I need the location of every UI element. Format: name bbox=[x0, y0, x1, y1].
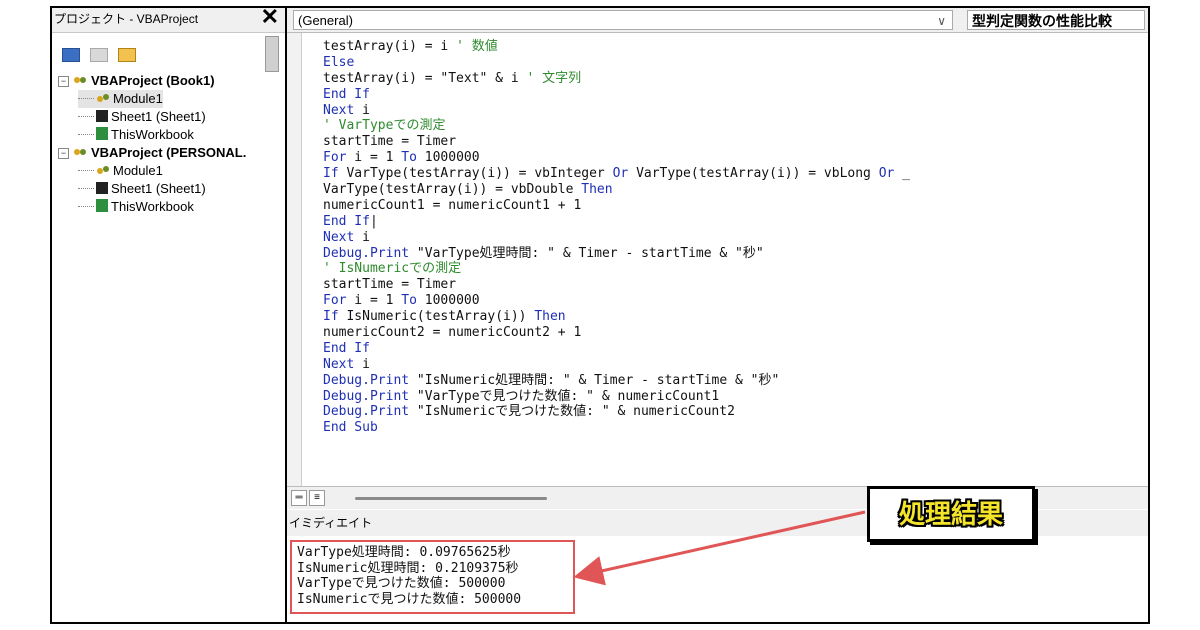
vbaproject-icon bbox=[74, 149, 86, 155]
tree-node-project[interactable]: − VBAProject (Book1) bbox=[58, 72, 215, 90]
code-line[interactable]: If VarType(testArray(i)) = vbInteger Or … bbox=[323, 166, 910, 182]
tree-node-label: VBAProject (Book1) bbox=[91, 73, 215, 88]
workbook-icon bbox=[96, 127, 108, 140]
tree-node-label: Sheet1 (Sheet1) bbox=[111, 109, 206, 124]
worksheet-icon bbox=[96, 182, 108, 194]
code-line[interactable]: startTime = Timer bbox=[323, 277, 910, 293]
object-dropdown[interactable]: (General) ∨ bbox=[293, 10, 953, 30]
toggle-folders-icon[interactable] bbox=[118, 48, 136, 62]
code-window-header: (General) ∨ 型判定関数の性能比較 bbox=[287, 8, 1148, 32]
code-line[interactable]: If IsNumeric(testArray(i)) Then bbox=[323, 309, 910, 325]
tree-node-project[interactable]: − VBAProject (PERSONAL. bbox=[58, 144, 246, 162]
module-icon bbox=[97, 166, 109, 174]
code-line[interactable]: ' VarTypeでの測定 bbox=[323, 118, 910, 134]
collapse-icon[interactable]: − bbox=[58, 148, 69, 159]
code-line[interactable]: Debug.Print "IsNumeric処理時間: " & Timer - … bbox=[323, 373, 910, 389]
tree-node-sheet[interactable]: Sheet1 (Sheet1) bbox=[78, 180, 206, 198]
immediate-output-line: IsNumeric処理時間: 0.2109375秒 bbox=[297, 560, 519, 576]
tree-node-label: Module1 bbox=[113, 163, 163, 178]
tree-node-workbook[interactable]: ThisWorkbook bbox=[78, 126, 194, 144]
code-line[interactable]: Debug.Print "VarType処理時間: " & Timer - st… bbox=[323, 246, 910, 262]
code-line[interactable]: For i = 1 To 1000000 bbox=[323, 293, 910, 309]
code-line[interactable]: End If bbox=[323, 87, 910, 103]
view-code-icon[interactable] bbox=[62, 48, 80, 62]
tree-node-label: VBAProject (PERSONAL. bbox=[91, 145, 247, 160]
tree-node-module[interactable]: Module1 bbox=[78, 90, 163, 108]
code-line[interactable]: End If| bbox=[323, 214, 910, 230]
tree-node-workbook[interactable]: ThisWorkbook bbox=[78, 198, 194, 216]
object-dropdown-value: (General) bbox=[298, 13, 353, 28]
project-explorer-title: プロジェクト - VBAProject ✕ bbox=[52, 8, 285, 33]
code-line[interactable]: End If bbox=[323, 341, 910, 357]
module-icon bbox=[97, 94, 109, 102]
code-line[interactable]: Next i bbox=[323, 357, 910, 373]
result-highlight-box: VarType処理時間: 0.09765625秒 IsNumeric処理時間: … bbox=[290, 540, 575, 614]
project-explorer-toolbar bbox=[52, 34, 285, 70]
code-margin bbox=[287, 33, 302, 487]
code-line[interactable]: For i = 1 To 1000000 bbox=[323, 150, 910, 166]
code-line[interactable]: startTime = Timer bbox=[323, 134, 910, 150]
tree-node-label: ThisWorkbook bbox=[111, 127, 194, 142]
full-module-view-icon[interactable]: ≡ bbox=[309, 490, 325, 506]
code-line[interactable]: ' IsNumericでの測定 bbox=[323, 261, 910, 277]
code-line[interactable]: Debug.Print "VarTypeで見つけた数値: " & numeric… bbox=[323, 389, 910, 405]
immediate-output-line: VarType処理時間: 0.09765625秒 bbox=[297, 545, 511, 560]
code-line[interactable]: Next i bbox=[323, 103, 910, 119]
code-line[interactable]: Else bbox=[323, 55, 910, 71]
code-line[interactable]: numericCount2 = numericCount2 + 1 bbox=[323, 325, 910, 341]
code-line[interactable]: VarType(testArray(i)) = vbDouble Then bbox=[323, 182, 910, 198]
close-icon[interactable]: ✕ bbox=[261, 8, 279, 28]
code-line[interactable]: End Sub bbox=[323, 420, 910, 436]
code-line[interactable]: Debug.Print "IsNumericで見つけた数値: " & numer… bbox=[323, 404, 910, 420]
chevron-down-icon[interactable]: ∨ bbox=[937, 11, 946, 31]
code-line[interactable]: Next i bbox=[323, 230, 910, 246]
tree-node-label: Module1 bbox=[113, 91, 163, 106]
tree-node-module[interactable]: Module1 bbox=[78, 162, 163, 180]
code-line[interactable]: testArray(i) = i ' 数値 bbox=[323, 39, 910, 55]
tree-node-label: Sheet1 (Sheet1) bbox=[111, 181, 206, 196]
tree-node-sheet[interactable]: Sheet1 (Sheet1) bbox=[78, 108, 206, 126]
worksheet-icon bbox=[96, 110, 108, 122]
project-explorer-title-text: プロジェクト - VBAProject bbox=[54, 12, 199, 26]
code-editor[interactable]: testArray(i) = i ' 数値 Else testArray(i) = … bbox=[287, 32, 1148, 487]
immediate-window[interactable]: VarType処理時間: 0.09765625秒 IsNumeric処理時間: … bbox=[287, 536, 1148, 622]
project-explorer-scrollbar[interactable] bbox=[265, 36, 279, 72]
immediate-output-line: IsNumericで見つけた数値: 500000 bbox=[297, 591, 522, 607]
workbook-icon bbox=[96, 199, 108, 212]
result-callout: 処理結果 bbox=[867, 486, 1035, 542]
code-line[interactable]: testArray(i) = "Text" & i ' 文字列 bbox=[323, 71, 910, 87]
vbaproject-icon bbox=[74, 77, 86, 83]
immediate-output-line: VarTypeで見つけた数値: 500000 bbox=[297, 576, 506, 591]
code-lines[interactable]: testArray(i) = i ' 数値 Else testArray(i) = … bbox=[323, 39, 910, 436]
procedure-dropdown[interactable]: 型判定関数の性能比較 bbox=[967, 10, 1145, 30]
code-line[interactable]: numericCount1 = numericCount1 + 1 bbox=[323, 198, 910, 214]
procedure-dropdown-value: 型判定関数の性能比較 bbox=[972, 13, 1112, 29]
collapse-icon[interactable]: − bbox=[58, 76, 69, 87]
view-object-icon[interactable] bbox=[90, 48, 108, 62]
horizontal-scrollbar[interactable] bbox=[355, 497, 547, 500]
project-explorer: プロジェクト - VBAProject ✕ − VBAProject (Book1… bbox=[52, 8, 287, 622]
procedure-view-icon[interactable]: ═ bbox=[291, 490, 307, 506]
tree-node-label: ThisWorkbook bbox=[111, 199, 194, 214]
